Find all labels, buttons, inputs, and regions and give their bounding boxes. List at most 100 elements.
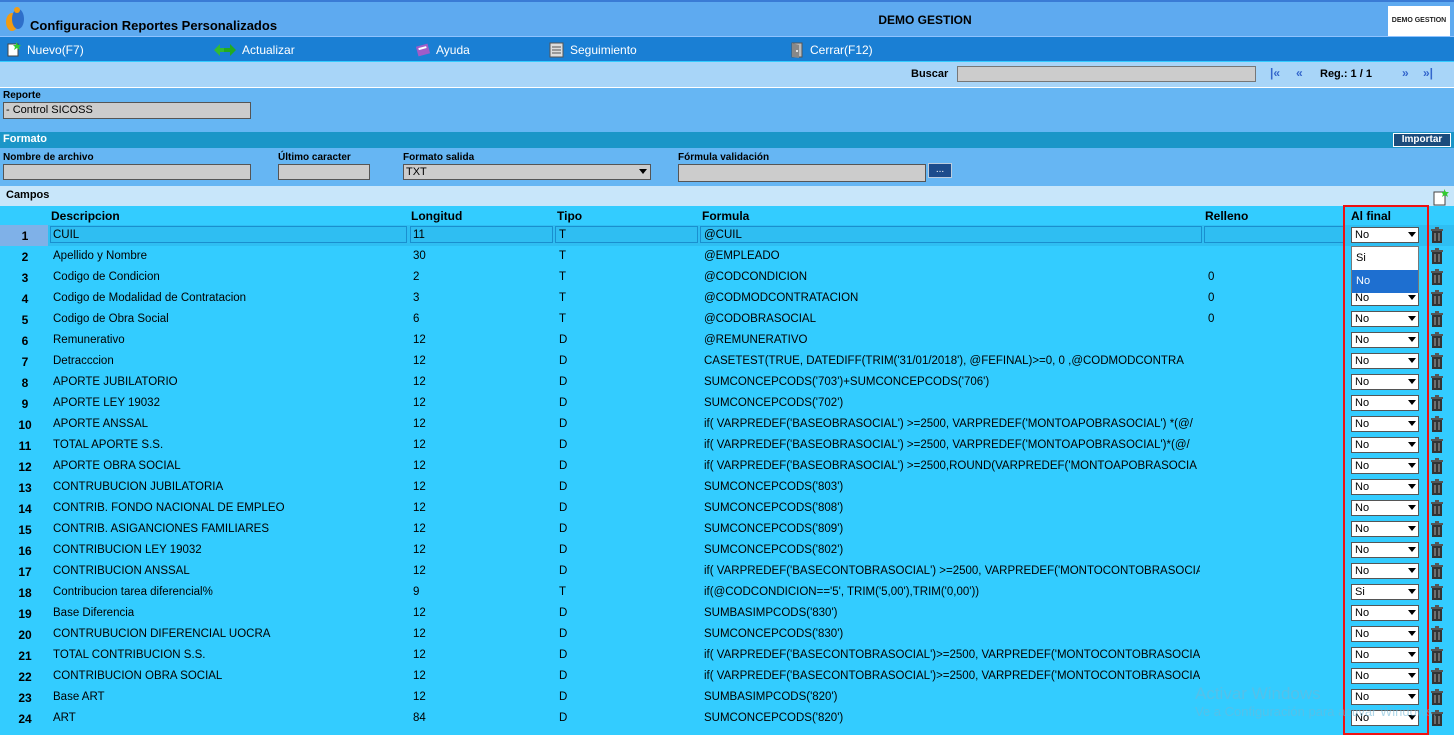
cell-tipo[interactable]: D [559,670,567,682]
cell-descripcion[interactable]: CUIL [53,229,405,241]
cell-descripcion[interactable]: CONTRIBUCION ANSSAL [53,565,405,577]
table-row[interactable]: 9 APORTE LEY 19032 12 D SUMCONCEPCODS('702')… [0,393,1454,414]
cell-tipo[interactable]: T [559,586,566,598]
al-final-select[interactable]: No [1351,500,1419,516]
al-final-select[interactable]: No [1351,353,1419,369]
cell-tipo[interactable]: T [559,292,566,304]
last-char-input[interactable] [278,164,370,180]
cell-descripcion[interactable]: CONTRIBUCION LEY 19032 [53,544,405,556]
delete-row-icon[interactable] [1428,520,1446,538]
cell-descripcion[interactable]: Remunerativo [53,334,405,346]
cell-descripcion[interactable]: ART [53,712,405,724]
table-row[interactable]: 12 APORTE OBRA SOCIAL 12 Dif( VARPREDEF('BA… [0,456,1454,477]
table-row[interactable]: 7 Detracccion 12 D CASETEST(TRUE, DATEDIFF(… [0,351,1454,372]
cell-formula[interactable]: CASETEST(TRUE, DATEDIFF(TRIM('31/01/2018… [704,355,1200,367]
table-row[interactable]: 14 CONTRIB. FONDO NACIONAL DE EMPLEO 12 D S… [0,498,1454,519]
cell-descripcion[interactable]: APORTE JUBILATORIO [53,376,405,388]
al-final-select[interactable]: No [1351,542,1419,558]
table-row[interactable]: 19 Base Diferencia 12 D SUMBASIMPCODS('830'… [0,603,1454,624]
cell-longitud[interactable]: 12 [413,628,426,640]
cell-formula[interactable]: SUMBASIMPCODS('830') [704,607,1200,619]
table-row[interactable]: 10 APORTE ANSSAL 12 Dif( VARPREDEF('BASEOBR… [0,414,1454,435]
cell-longitud[interactable]: 6 [413,313,419,325]
cell-formula[interactable]: SUMCONCEPCODS('830') [704,628,1200,640]
cell-longitud[interactable]: 12 [413,691,426,703]
delete-row-icon[interactable] [1428,457,1446,475]
cell-longitud[interactable]: 12 [413,355,426,367]
cell-tipo[interactable]: D [559,334,567,346]
cell-descripcion[interactable]: CONTRUBUCION JUBILATORIA [53,481,405,493]
al-final-select[interactable]: No [1351,521,1419,537]
cell-tipo[interactable]: D [559,418,567,430]
cell-descripcion[interactable]: APORTE OBRA SOCIAL [53,460,405,472]
cell-formula[interactable]: @EMPLEADO [704,250,1200,262]
cell-tipo[interactable]: D [559,376,567,388]
cell-descripcion[interactable]: CONTRIB. FONDO NACIONAL DE EMPLEO [53,502,405,514]
output-format-select[interactable]: TXT [403,164,651,180]
tracking-button[interactable]: Seguimiento [548,41,637,59]
delete-row-icon[interactable] [1428,394,1446,412]
al-final-dropdown-list[interactable]: Si No [1351,246,1419,293]
cell-longitud[interactable]: 12 [413,460,426,472]
refresh-button[interactable]: Actualizar [212,41,295,59]
delete-row-icon[interactable] [1428,226,1446,244]
cell-descripcion[interactable]: Apellido y Nombre [53,250,405,262]
delete-row-icon[interactable] [1428,478,1446,496]
cell-tipo[interactable]: D [559,649,567,661]
cell-longitud[interactable]: 12 [413,439,426,451]
cell-descripcion[interactable]: TOTAL APORTE S.S. [53,439,405,451]
filename-input[interactable] [3,164,251,180]
cell-formula[interactable]: if( VARPREDEF('BASECONTOBRASOCIAL')>=250… [704,649,1200,661]
delete-row-icon[interactable] [1428,625,1446,643]
validation-input[interactable] [678,164,926,182]
cell-longitud[interactable]: 9 [413,586,419,598]
cell-longitud[interactable]: 12 [413,418,426,430]
table-row[interactable]: 5 Codigo de Obra Social 6 T @CODOBRASOCIAL 0 N… [0,309,1454,330]
cell-longitud[interactable]: 12 [413,334,426,346]
cell-descripcion[interactable]: Detracccion [53,355,405,367]
cell-formula[interactable]: @CUIL [704,229,1200,241]
cell-descripcion[interactable]: Base Diferencia [53,607,405,619]
search-input[interactable] [957,66,1256,82]
al-final-select[interactable]: Si [1351,584,1419,600]
cell-formula[interactable]: if(@CODCONDICION=='5', TRIM('5,00'),TRIM… [704,586,1200,598]
cell-longitud[interactable]: 2 [413,271,419,283]
cell-descripcion[interactable]: APORTE ANSSAL [53,418,405,430]
report-select[interactable]: - Control SICOSS [3,102,251,119]
cell-tipo[interactable]: D [559,481,567,493]
cell-longitud[interactable]: 12 [413,607,426,619]
cell-relleno[interactable]: 0 [1208,313,1214,325]
cell-tipo[interactable]: D [559,607,567,619]
cell-longitud[interactable]: 12 [413,502,426,514]
delete-row-icon[interactable] [1428,331,1446,349]
cell-tipo[interactable]: D [559,544,567,556]
first-record-button[interactable]: |« [1270,66,1280,80]
validation-browse-button[interactable]: ... [928,163,952,178]
cell-longitud[interactable]: 30 [413,250,426,262]
cell-longitud[interactable]: 12 [413,649,426,661]
al-final-select[interactable]: No [1351,458,1419,474]
cell-longitud[interactable]: 12 [413,397,426,409]
cell-longitud[interactable]: 12 [413,376,426,388]
cell-tipo[interactable]: D [559,523,567,535]
cell-longitud[interactable]: 11 [413,229,425,241]
al-final-select[interactable]: No [1351,227,1419,243]
delete-row-icon[interactable] [1428,646,1446,664]
cell-formula[interactable]: SUMCONCEPCODS('702') [704,397,1200,409]
al-final-select[interactable]: No [1351,437,1419,453]
table-row[interactable]: 21 TOTAL CONTRIBUCION S.S. 12 Dif( VARPREDE… [0,645,1454,666]
table-row[interactable]: 16 CONTRIBUCION LEY 19032 12 D SUMCONCEPCODS… [0,540,1454,561]
cell-formula[interactable]: if( VARPREDEF('BASECONTOBRASOCIAL')>=250… [704,670,1200,682]
cell-longitud[interactable]: 12 [413,670,426,682]
cell-formula[interactable]: SUMBASIMPCODS('820') [704,691,1200,703]
cell-formula[interactable]: @CODCONDICION [704,271,1200,283]
cell-tipo[interactable]: D [559,439,567,451]
al-final-select[interactable]: No [1351,668,1419,684]
cell-tipo[interactable]: D [559,397,567,409]
cell-tipo[interactable]: D [559,712,567,724]
cell-descripcion[interactable]: CONTRUBUCION DIFERENCIAL UOCRA [53,628,405,640]
cell-tipo[interactable]: D [559,628,567,640]
cell-tipo[interactable]: T [559,271,566,283]
delete-row-icon[interactable] [1428,289,1446,307]
cell-formula[interactable]: SUMCONCEPCODS('802') [704,544,1200,556]
